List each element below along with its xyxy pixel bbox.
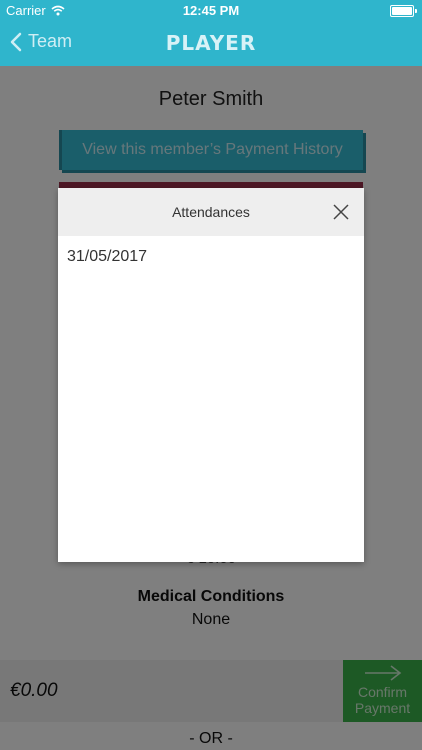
modal-title: Attendances bbox=[172, 204, 250, 220]
close-icon[interactable] bbox=[332, 203, 350, 221]
status-bar: Carrier 12:45 PM bbox=[0, 0, 422, 22]
modal-header: Attendances bbox=[58, 188, 364, 236]
attendance-date: 31/05/2017 bbox=[67, 248, 148, 265]
clock: 12:45 PM bbox=[182, 3, 240, 18]
battery-icon bbox=[390, 5, 417, 17]
attendances-modal: Attendances 31/05/2017 bbox=[58, 188, 364, 562]
attendance-list: 31/05/2017 bbox=[58, 236, 364, 278]
navigation-bar: Team PLAYER bbox=[0, 22, 422, 66]
page-title: PLAYER bbox=[165, 31, 257, 55]
